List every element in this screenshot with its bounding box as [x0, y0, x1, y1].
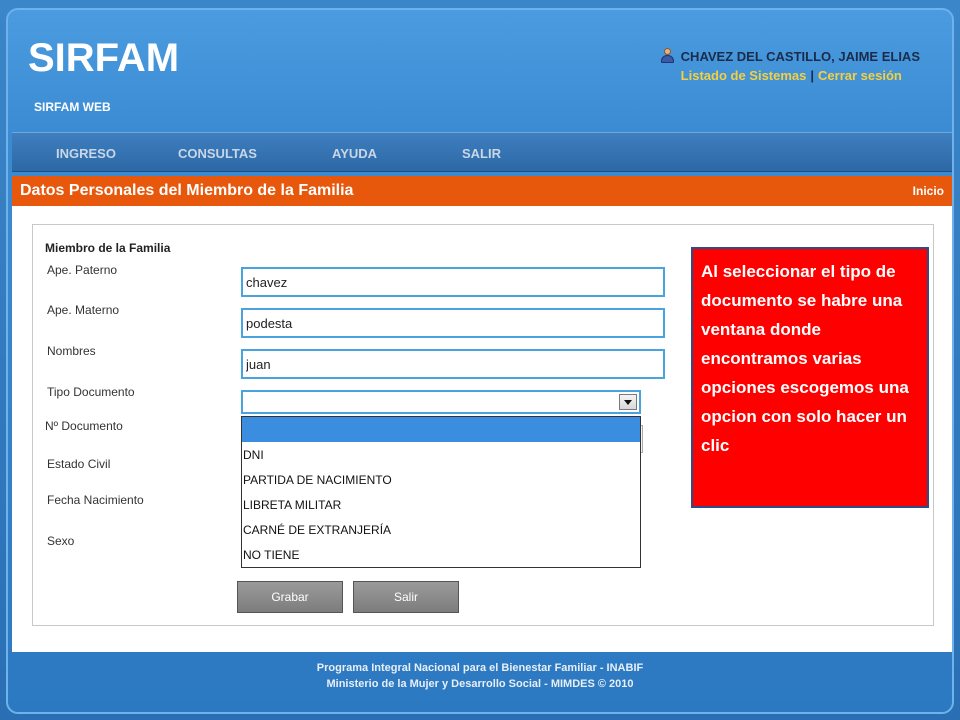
label-num-documento: Nº Documento: [45, 419, 123, 433]
dropdown-option[interactable]: DNI: [242, 442, 640, 467]
user-name: CHAVEZ DEL CASTILLO, JAIME ELIAS: [680, 48, 920, 64]
label-ape-materno: Ape. Materno: [47, 303, 120, 317]
tipo-documento-dropdown: DNI PARTIDA DE NACIMIENTO LIBRETA MILITA…: [241, 416, 641, 568]
label-tipo-documento: Tipo Documento: [47, 385, 135, 399]
link-separator: |: [810, 68, 815, 83]
label-estado-civil: Estado Civil: [47, 457, 111, 471]
label-ape-paterno: Ape. Paterno: [47, 263, 118, 277]
footer: Programa Integral Nacional para el Biene…: [0, 660, 960, 692]
dropdown-option[interactable]: PARTIDA DE NACIMIENTO: [242, 467, 640, 492]
menu-item-ayuda[interactable]: AYUDA: [332, 146, 377, 161]
page-title: Datos Personales del Miembro de la Famil…: [20, 182, 354, 199]
user-line: CHAVEZ DEL CASTILLO, JAIME ELIAS: [659, 48, 920, 64]
main-menu: INGRESO CONSULTAS AYUDA SALIR: [12, 132, 952, 172]
app-subtitle: SIRFAM WEB: [34, 100, 111, 114]
chevron-down-icon[interactable]: [619, 394, 637, 410]
app-logo: SIRFAM: [28, 36, 180, 80]
menu-item-salir[interactable]: SALIR: [462, 146, 501, 161]
ape-paterno-input[interactable]: [241, 267, 665, 297]
save-button[interactable]: Grabar: [237, 581, 343, 613]
tipo-documento-select[interactable]: [241, 390, 641, 414]
instruction-callout: Al seleccionar el tipo de documento se h…: [691, 247, 929, 508]
menu-item-ingreso[interactable]: INGRESO: [56, 146, 116, 161]
menu-item-consultas[interactable]: CONSULTAS: [178, 146, 257, 161]
section-title: Miembro de la Familia: [45, 241, 171, 255]
ape-materno-input[interactable]: [241, 308, 665, 338]
user-icon: [659, 48, 675, 64]
dropdown-option[interactable]: [242, 417, 640, 442]
label-sexo: Sexo: [47, 534, 75, 548]
page-title-bar: Datos Personales del Miembro de la Famil…: [12, 176, 952, 206]
label-nombres: Nombres: [47, 344, 96, 358]
home-link[interactable]: Inicio: [913, 184, 944, 198]
exit-button[interactable]: Salir: [353, 581, 459, 613]
dropdown-option[interactable]: LIBRETA MILITAR: [242, 492, 640, 517]
user-links: Listado de Sistemas | Cerrar sesión: [659, 68, 920, 83]
systems-list-link[interactable]: Listado de Sistemas: [681, 68, 807, 83]
footer-line-1: Programa Integral Nacional para el Biene…: [316, 662, 644, 674]
app-frame: SIRFAM SIRFAM WEB CHAVEZ DEL CASTILLO, J…: [6, 8, 954, 714]
label-fecha-nacimiento: Fecha Nacimiento: [47, 493, 144, 507]
user-area: CHAVEZ DEL CASTILLO, JAIME ELIAS Listado…: [659, 48, 920, 83]
logout-link[interactable]: Cerrar sesión: [818, 68, 902, 83]
nombres-input[interactable]: [241, 349, 665, 379]
dropdown-option[interactable]: NO TIENE: [242, 542, 640, 567]
footer-line-2: Ministerio de la Mujer y Desarrollo Soci…: [326, 678, 634, 690]
dropdown-option[interactable]: CARNÉ DE EXTRANJERÍA: [242, 517, 640, 542]
